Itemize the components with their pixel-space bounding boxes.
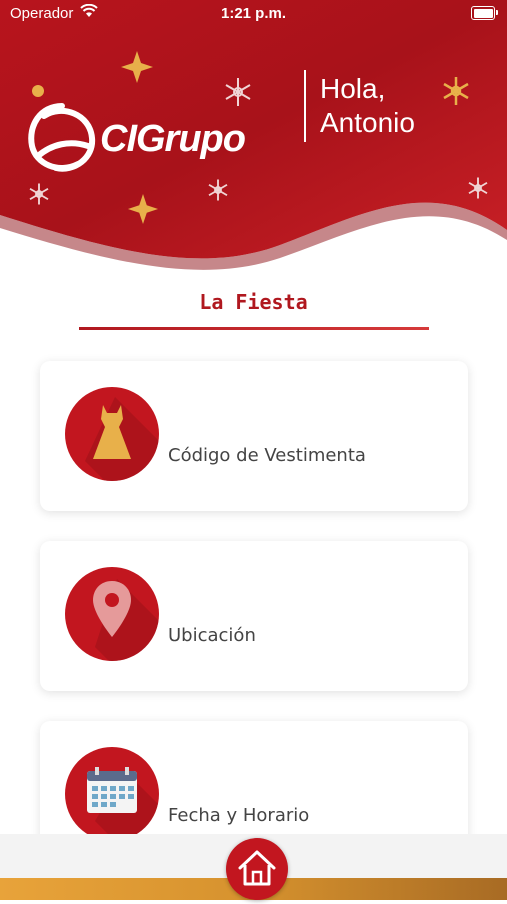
header-divider — [304, 70, 306, 142]
snowflake-icon — [208, 179, 228, 201]
cigrupo-logo: CIGrupo — [22, 98, 272, 178]
logo-text: CIGrupo — [100, 118, 246, 160]
home-button[interactable] — [226, 838, 288, 900]
greeting-line-1: Hola, — [320, 73, 386, 104]
section-underline — [79, 327, 429, 330]
status-bar: Operador 1:21 p.m. — [0, 0, 507, 28]
home-icon — [238, 850, 276, 886]
card-label-location: Ubicación — [168, 625, 256, 646]
card-label-date-time: Fecha y Horario — [168, 805, 310, 826]
card-location[interactable]: Ubicación — [40, 541, 468, 691]
calendar-icon — [65, 747, 159, 841]
gold-snowflake-icon — [443, 77, 469, 105]
star-ornament-icon — [127, 193, 159, 225]
snowflake-icon — [468, 177, 488, 199]
dress-icon — [65, 387, 159, 481]
card-dress-code[interactable]: Código de Vestimenta — [40, 361, 468, 511]
greeting: Hola, Antonio — [320, 72, 415, 140]
battery-icon — [471, 6, 498, 20]
star-ornament-icon — [121, 51, 153, 83]
location-pin-icon — [65, 567, 159, 661]
logo-swoosh-icon — [28, 103, 96, 172]
card-label-dress-code: Código de Vestimenta — [168, 445, 366, 466]
section-title: La Fiesta — [199, 290, 308, 314]
bauble-ornament-icon — [32, 85, 44, 97]
snowflake-icon — [29, 183, 49, 205]
greeting-user-name: Antonio — [320, 107, 415, 138]
status-time: 1:21 p.m. — [220, 5, 287, 22]
